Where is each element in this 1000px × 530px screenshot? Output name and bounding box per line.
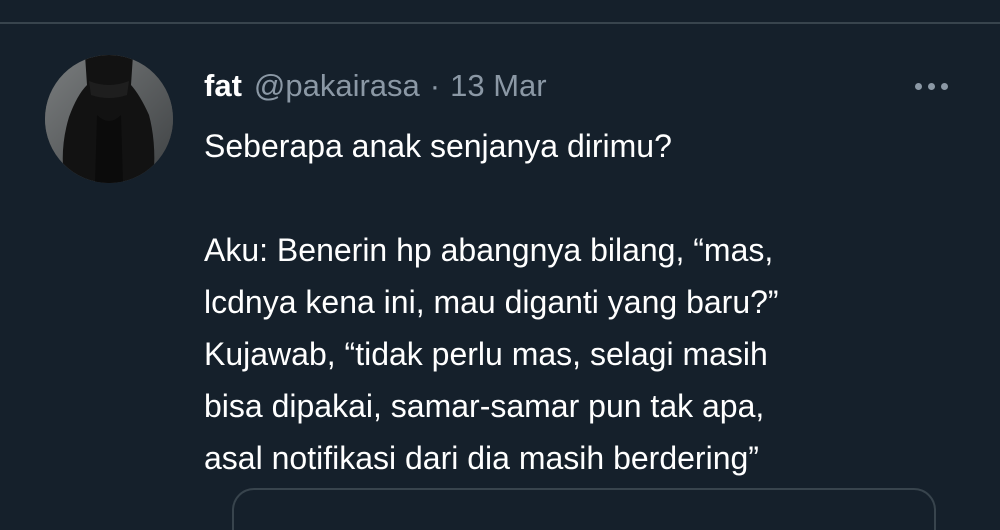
tweet-header: fat @pakairasa · 13 Mar (204, 64, 547, 108)
display-name[interactable]: fat (204, 68, 242, 104)
quoted-card-edge[interactable] (232, 488, 936, 530)
tweet-line: Kujawab, “tidak perlu mas, selagi masih (204, 336, 768, 372)
user-handle[interactable]: @pakairasa (254, 68, 420, 104)
avatar[interactable] (45, 55, 173, 183)
tweet[interactable]: fat @pakairasa · 13 Mar Seberapa anak se… (0, 24, 1000, 518)
tweet-date[interactable]: 13 Mar (450, 68, 546, 104)
more-horizontal-icon (927, 82, 935, 90)
tweet-line: lcdnya kena ini, mau diganti yang baru?” (204, 284, 779, 320)
more-horizontal-icon (940, 82, 948, 90)
separator-dot: · (429, 68, 441, 103)
tweet-line: asal notifikasi dari dia masih berdering… (204, 440, 759, 476)
avatar-image (45, 55, 173, 183)
tweet-line: Seberapa anak senjanya dirimu? (204, 128, 672, 164)
tweet-line: bisa dipakai, samar-samar pun tak apa, (204, 388, 765, 424)
tweet-text: Seberapa anak senjanya dirimu? Aku: Bene… (204, 120, 964, 484)
more-horizontal-icon (914, 82, 922, 90)
tweet-line: Aku: Benerin hp abangnya bilang, “mas, (204, 232, 774, 268)
more-options-button[interactable] (906, 68, 956, 104)
